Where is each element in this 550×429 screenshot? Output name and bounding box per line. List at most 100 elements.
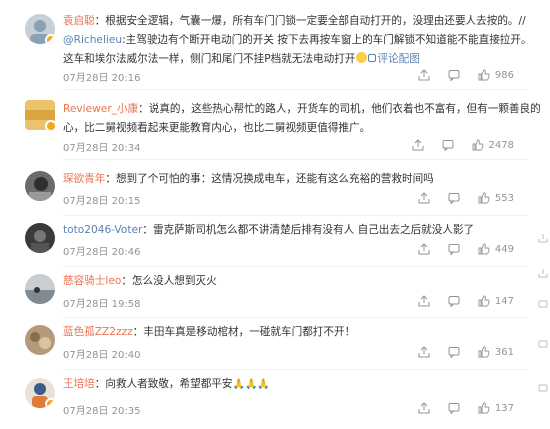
comment-body: ：向救人者致敬，希望都平安 [94, 378, 233, 390]
comment-list: 袁启聪：根据安全逻辑，气囊一爆，所有车门门锁一定要全部自动打开的，没理由还要人去… [0, 0, 550, 429]
comment-body: ：说真的，这些热心帮忙的路人，开货车的司机，他们衣着也不富有，但有一颗善良的 [138, 103, 541, 115]
like-button[interactable]: 986 [478, 69, 514, 81]
username-link[interactable]: 慈容骑士leo [63, 275, 121, 287]
share-side-icon[interactable] [538, 268, 548, 278]
avatar[interactable] [25, 378, 55, 408]
comment-date: 07月28日 19:58 [63, 299, 141, 310]
comment-date: 07月28日 20:35 [63, 406, 141, 417]
like-button[interactable]: 449 [478, 243, 514, 255]
like-count: 361 [494, 346, 514, 358]
comment-text: 蓝色孤ZZ2zzz：丰田车真是移动棺材，一碰就车门都打不开！ [63, 323, 520, 342]
username-link[interactable]: Reviewer_小康 [63, 103, 138, 115]
image-link-label: 评论配图 [377, 53, 420, 65]
share-icon[interactable] [412, 139, 424, 151]
comment-text: 琛欲青年：想到了个可怕的事：这情况换成电车，还能有这么充裕的营救时间吗 [63, 170, 520, 189]
like-icon [478, 69, 490, 81]
share-icon[interactable] [418, 346, 430, 358]
username-link[interactable]: 王培培 [63, 378, 95, 390]
share-icon[interactable] [418, 295, 430, 307]
verified-badge-icon [45, 120, 55, 130]
share-icon[interactable] [418, 402, 430, 414]
like-count: 553 [494, 192, 514, 204]
mention-link[interactable]: @Richelieu [63, 34, 122, 46]
like-icon [478, 402, 490, 414]
comment-body-line2: :主驾驶边有个断开电动门的开关 按下去再按车窗上的车门解锁不知道能不能直接拉开。 [122, 34, 532, 46]
like-button[interactable]: 361 [478, 346, 514, 358]
comment-side-icon[interactable] [538, 384, 548, 394]
comment-icon[interactable] [448, 402, 460, 414]
comment-body: ：想到了个可怕的事：这情况换成电车，还能有这么充裕的营救时间吗 [105, 173, 434, 185]
like-count: 986 [494, 69, 514, 81]
avatar-image-icon [30, 332, 51, 349]
comment-item: 袁启聪：根据安全逻辑，气囊一爆，所有车门门锁一定要全部自动打开的，没理由还要人去… [0, 0, 540, 90]
comment-date: 07月28日 20:15 [63, 196, 141, 207]
username-link[interactable]: 袁启聪 [63, 15, 95, 27]
emoji-icon [356, 52, 368, 63]
side-toolbar [538, 0, 548, 429]
share-side-icon[interactable] [538, 233, 548, 243]
comment-icon[interactable] [448, 243, 460, 255]
avatar[interactable] [25, 325, 55, 355]
like-icon [472, 139, 484, 151]
like-count: 2478 [488, 139, 514, 151]
username-link[interactable]: 琛欲青年 [63, 173, 105, 185]
comment-meta: 07月28日 19:58 147 [63, 295, 514, 311]
comment-item: 蓝色孤ZZ2zzz：丰田车真是移动棺材，一碰就车门都打不开！ 07月28日 20… [0, 318, 540, 370]
avatar[interactable] [25, 171, 55, 201]
comment-date: 07月28日 20:40 [63, 350, 141, 361]
comment-item: Reviewer_小康：说真的，这些热心帮忙的路人，开货车的司机，他们衣着也不富… [0, 90, 541, 165]
comment-side-icon[interactable] [538, 300, 548, 310]
comment-body: ：根据安全逻辑，气囊一爆，所有车门门锁一定要全部自动打开的，没理由还要人去按的。… [94, 15, 526, 27]
like-button[interactable]: 137 [478, 402, 514, 414]
pray-emoji-icon: 🙏🙏🙏 [232, 379, 270, 390]
username-link[interactable]: 蓝色孤ZZ2zzz [63, 326, 133, 338]
avatar[interactable] [25, 274, 55, 304]
like-button[interactable]: 147 [478, 295, 514, 307]
comment-icon[interactable] [442, 139, 454, 151]
comment-text: Reviewer_小康：说真的，这些热心帮忙的路人，开货车的司机，他们衣着也不富… [63, 100, 541, 138]
comment-icon[interactable] [448, 69, 460, 81]
like-count: 137 [494, 402, 514, 414]
comment-text: 王培培：向救人者致敬，希望都平安🙏🙏🙏 [63, 375, 520, 394]
comment-item: 慈容骑士leo：怎么没人想到灭火 07月28日 19:58 147 [0, 267, 540, 318]
like-count: 449 [494, 243, 514, 255]
like-icon [478, 192, 490, 204]
comment-body: ：怎么没人想到灭火 [121, 275, 217, 287]
avatar[interactable] [25, 223, 55, 253]
comment-side-icon[interactable] [538, 340, 548, 350]
verified-badge-icon [45, 398, 55, 408]
avatar-image-icon [25, 287, 55, 304]
avatar[interactable] [25, 14, 55, 44]
share-icon[interactable] [418, 192, 430, 204]
comment-item: toto2046-Voter：雷克萨斯司机怎么都不讲清楚后排有没有人 自己出去之… [0, 216, 540, 267]
comment-meta: 07月28日 20:16 986 [63, 69, 514, 85]
share-icon[interactable] [418, 69, 430, 81]
comment-body-line2: 心，比二舅视频看起来更能教育内心，也比二舅视频更值得推广。 [63, 122, 371, 134]
like-button[interactable]: 553 [478, 192, 514, 204]
like-count: 147 [494, 295, 514, 307]
like-button[interactable]: 2478 [472, 139, 514, 151]
avatar[interactable] [25, 100, 55, 130]
comment-icon[interactable] [448, 192, 460, 204]
comment-icon[interactable] [448, 346, 460, 358]
comment-icon[interactable] [448, 295, 460, 307]
comment-date: 07月28日 20:16 [63, 73, 141, 84]
avatar-image-icon [31, 230, 49, 253]
like-icon [478, 243, 490, 255]
comment-item: 琛欲青年：想到了个可怕的事：这情况换成电车，还能有这么充裕的营救时间吗 07月2… [0, 165, 540, 216]
username-link[interactable]: toto2046-Voter [63, 224, 142, 236]
comment-meta: 07月28日 20:15 553 [63, 192, 514, 208]
avatar-image-icon [29, 177, 51, 201]
comment-text: 慈容骑士leo：怎么没人想到灭火 [63, 272, 520, 291]
verified-badge-icon [45, 34, 55, 44]
comment-body-line3: 这车和埃尔法威尔法一样，侧门和尾门不挂P档就无法电动打开 [63, 53, 356, 65]
image-link[interactable]: 评论配图 [368, 53, 420, 65]
share-icon[interactable] [418, 243, 430, 255]
comment-date: 07月28日 20:46 [63, 247, 141, 258]
comment-body: ：雷克萨斯司机怎么都不讲清楚后排有没有人 自己出去之后就没人影了 [142, 224, 475, 236]
comment-date: 07月28日 20:34 [63, 143, 141, 154]
comment-text: 袁启聪：根据安全逻辑，气囊一爆，所有车门门锁一定要全部自动打开的，没理由还要人去… [63, 12, 532, 69]
image-link-icon [368, 54, 377, 62]
comment-text: toto2046-Voter：雷克萨斯司机怎么都不讲清楚后排有没有人 自己出去之… [63, 221, 520, 240]
comment-meta: 07月28日 20:34 2478 [63, 139, 514, 155]
